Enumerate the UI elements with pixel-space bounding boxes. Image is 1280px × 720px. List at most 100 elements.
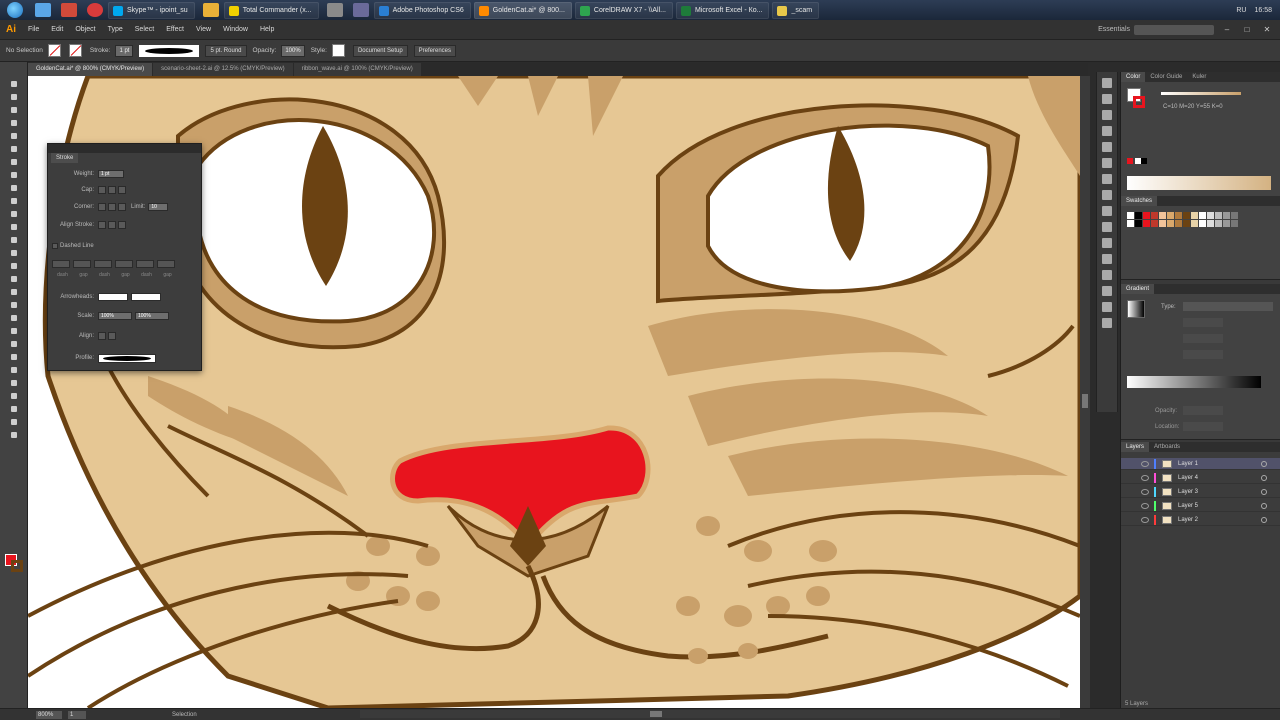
maximize-icon[interactable]: □ (1238, 24, 1256, 36)
layer-row[interactable]: Layer 4 (1121, 472, 1280, 484)
help-search-input[interactable] (1134, 25, 1214, 35)
color-swatch[interactable] (1223, 212, 1230, 219)
gap-field[interactable] (157, 260, 175, 268)
color-swatch[interactable] (1135, 212, 1142, 219)
gap-field[interactable] (115, 260, 133, 268)
bevel-join-icon[interactable] (118, 203, 126, 211)
layer-row[interactable]: Layer 5 (1121, 500, 1280, 512)
color-swatch[interactable] (1199, 212, 1206, 219)
menu-file[interactable]: File (22, 26, 45, 33)
align-inside-icon[interactable] (108, 221, 116, 229)
paintbrush-tool-icon[interactable] (9, 183, 19, 193)
color-swatch[interactable] (1207, 220, 1214, 227)
stroke-weight-field[interactable]: 1 pt (115, 44, 134, 57)
pathfinder-panel-icon[interactable] (1102, 222, 1112, 232)
align-center-icon[interactable] (98, 221, 106, 229)
task-photoshop[interactable]: Adobe Photoshop CS6 (373, 1, 471, 19)
end-arrowhead-select[interactable] (131, 293, 161, 301)
links-panel-icon[interactable] (1102, 302, 1112, 312)
color-swatch[interactable] (1175, 220, 1182, 227)
color-swatch[interactable] (1143, 212, 1150, 219)
dash-field[interactable] (52, 260, 70, 268)
free-transform-tool-icon[interactable] (9, 274, 19, 284)
zoom-tool-icon[interactable] (9, 430, 19, 440)
layer-row[interactable]: Layer 3 (1121, 486, 1280, 498)
transparency-panel-icon[interactable] (1102, 270, 1112, 280)
preferences-button[interactable]: Preferences (413, 44, 457, 57)
clock[interactable]: 16:58 (1254, 7, 1272, 14)
color-swatch[interactable] (1215, 212, 1222, 219)
target-icon[interactable] (1261, 488, 1267, 495)
app-icon[interactable] (352, 3, 369, 17)
menu-object[interactable]: Object (69, 26, 101, 33)
style-swatch[interactable] (331, 44, 345, 57)
eyedropper-tool-icon[interactable] (9, 339, 19, 349)
document-setup-button[interactable]: Document Setup (352, 44, 408, 57)
fill-stroke-indicator[interactable] (5, 554, 23, 572)
color-swatch[interactable] (1135, 220, 1142, 227)
color-panel-icon[interactable] (1102, 78, 1112, 88)
stroke-color-swatch[interactable] (11, 560, 23, 572)
start-arrowhead-select[interactable] (98, 293, 128, 301)
scroll-thumb[interactable] (650, 711, 662, 717)
opera-icon[interactable] (87, 3, 103, 17)
mesh-tool-icon[interactable] (9, 313, 19, 323)
aspect-ratio-field[interactable] (1183, 350, 1223, 359)
appearance-panel-icon[interactable] (1102, 238, 1112, 248)
doc-tab-2[interactable]: scenario-sheet-2.ai @ 12.5% (CMYK/Previe… (153, 63, 293, 76)
task-folder[interactable]: _scam (772, 1, 820, 19)
chrome-icon[interactable] (202, 3, 219, 17)
tab-gradient[interactable]: Gradient (1121, 284, 1155, 294)
align-panel-icon[interactable] (1102, 206, 1112, 216)
color-swatch[interactable] (1191, 212, 1198, 219)
angle-field[interactable] (1183, 334, 1223, 343)
browser-icon[interactable] (61, 3, 77, 17)
miter-join-icon[interactable] (98, 203, 106, 211)
butt-cap-icon[interactable] (98, 186, 106, 194)
visibility-eye-icon[interactable] (1141, 488, 1149, 495)
width-profile-select[interactable] (98, 353, 156, 363)
gradient-opacity-field[interactable] (1183, 406, 1223, 415)
stroke-swatch[interactable] (68, 44, 82, 57)
doc-tab-3[interactable]: ribbon_wave.ai @ 100% (CMYK/Preview) (293, 63, 421, 76)
explorer-icon[interactable] (35, 3, 51, 17)
color-swatch[interactable] (1183, 212, 1190, 219)
perspective-grid-tool-icon[interactable] (9, 300, 19, 310)
task-excel[interactable]: Microsoft Excel - Ко... (675, 1, 770, 19)
target-icon[interactable] (1261, 502, 1267, 509)
variable-width-profile[interactable] (139, 44, 200, 57)
eraser-tool-icon[interactable] (9, 222, 19, 232)
visibility-eye-icon[interactable] (1141, 474, 1149, 481)
gradient-type-select[interactable] (1183, 302, 1273, 311)
shape-builder-tool-icon[interactable] (9, 287, 19, 297)
visibility-eye-icon[interactable] (1141, 502, 1149, 509)
panel-header[interactable] (48, 144, 201, 153)
artboard-navigator[interactable]: 1 (68, 710, 86, 719)
blob-brush-tool-icon[interactable] (9, 209, 19, 219)
color-swatch[interactable] (1207, 212, 1214, 219)
color-swatch[interactable] (1231, 212, 1238, 219)
limit-field[interactable]: 10 (148, 203, 169, 211)
target-icon[interactable] (1261, 460, 1267, 467)
symbol-sprayer-tool-icon[interactable] (9, 365, 19, 375)
dash-field[interactable] (136, 260, 154, 268)
workspace-switcher[interactable]: Essentials (1098, 26, 1130, 33)
artboards-panel-icon[interactable] (1102, 318, 1112, 328)
stroke-color-swatch[interactable] (1133, 96, 1145, 108)
menu-help[interactable]: Help (254, 26, 280, 33)
hand-tool-icon[interactable] (9, 417, 19, 427)
color-swatch[interactable] (1127, 220, 1134, 227)
color-swatch[interactable] (1215, 220, 1222, 227)
scale-tool-icon[interactable] (9, 248, 19, 258)
task-skype[interactable]: Skype™ - ipoint_su (108, 1, 195, 19)
tab-swatches[interactable]: Swatches (1121, 196, 1158, 206)
color-swatch[interactable] (1151, 212, 1158, 219)
color-spectrum[interactable] (1127, 176, 1271, 190)
tab-color[interactable]: Color (1121, 72, 1146, 82)
task-illustrator[interactable]: GoldenCat.ai* @ 800... (473, 1, 572, 19)
type-panel-icon[interactable] (1102, 142, 1112, 152)
target-icon[interactable] (1261, 474, 1267, 481)
doc-tab-goldencat[interactable]: GoldenCat.ai* @ 800% (CMYK/Preview) (28, 63, 153, 76)
app-icon[interactable] (326, 3, 343, 17)
color-swatch[interactable] (1183, 220, 1190, 227)
